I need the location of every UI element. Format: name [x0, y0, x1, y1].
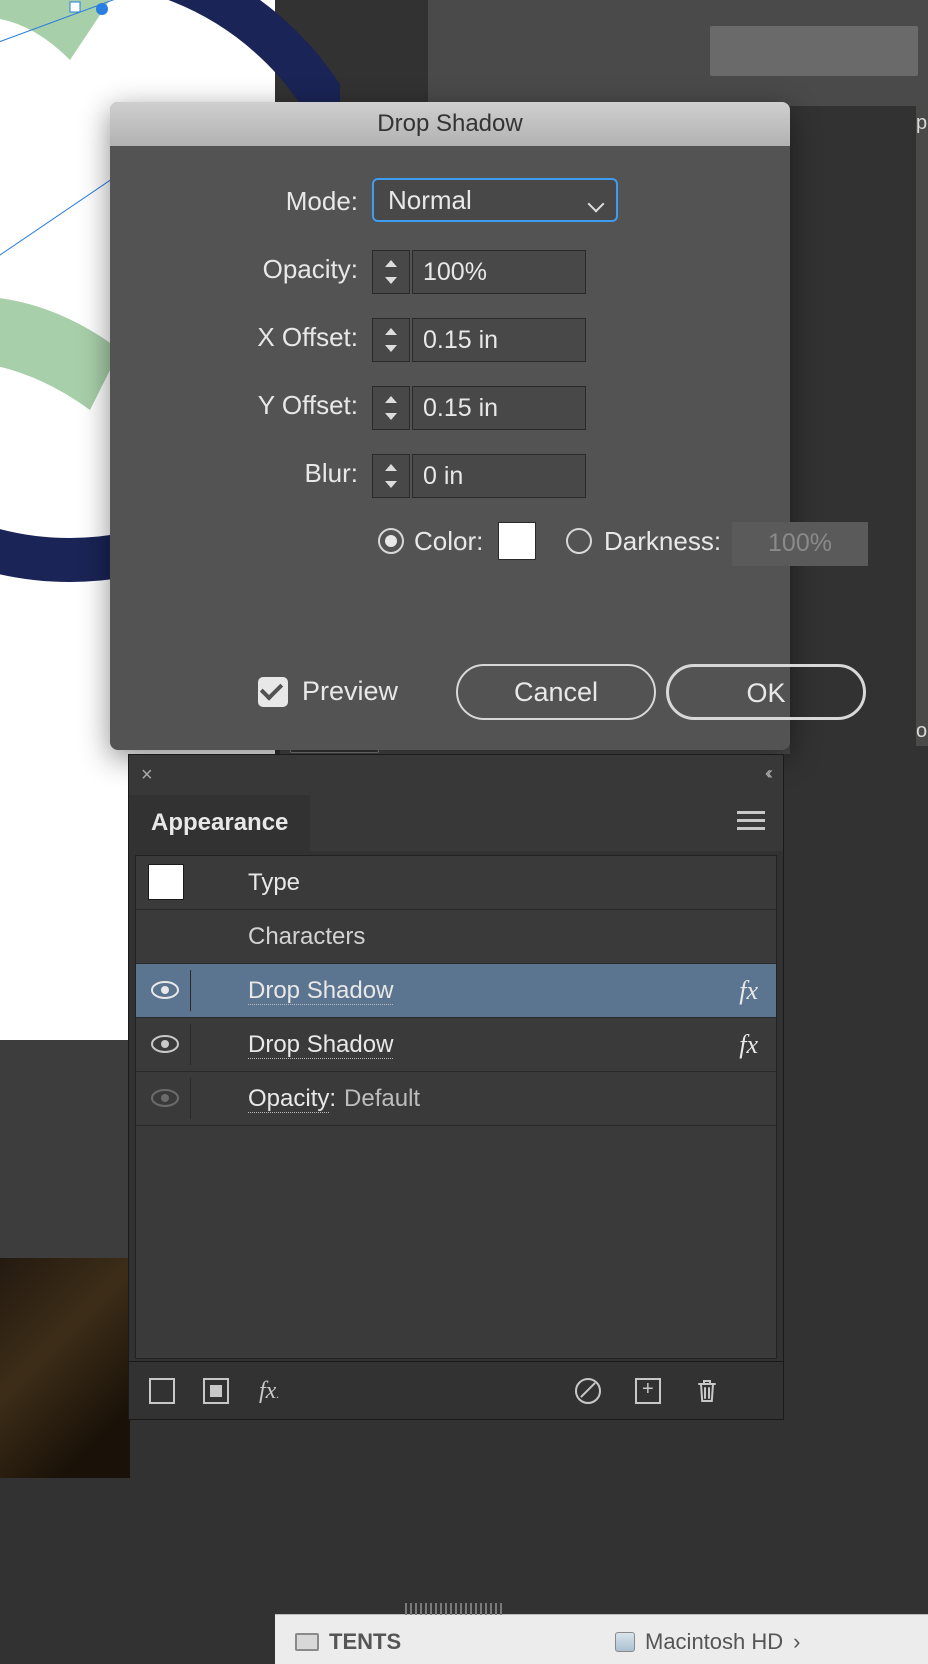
finder-path-bar: TENTS Macintosh HD › — [275, 1614, 928, 1664]
panel-header: × ‹‹ — [129, 755, 783, 795]
visibility-eye-icon[interactable] — [150, 1033, 180, 1055]
trash-icon[interactable] — [695, 1378, 721, 1404]
row-divider — [190, 1024, 191, 1065]
x-offset-field[interactable]: 0.15 in — [412, 318, 586, 362]
opacity-field[interactable]: 100% — [412, 250, 586, 294]
y-offset-stepper[interactable] — [372, 386, 410, 430]
cancel-button[interactable]: Cancel — [456, 664, 656, 720]
mode-label: Mode: — [286, 186, 358, 217]
preview-checkbox-wrap[interactable]: Preview — [258, 676, 398, 707]
add-effect-icon[interactable]: fx. — [259, 1378, 285, 1404]
characters-label: Characters — [248, 923, 365, 951]
y-offset-label: Y Offset: — [258, 390, 358, 421]
x-offset-label: X Offset: — [257, 322, 358, 353]
appearance-list: Type Characters Drop Shadow fx Drop Shad… — [135, 855, 777, 1359]
cutoff-text-1: pe — [916, 108, 928, 138]
right-panel-slice — [916, 106, 928, 746]
list-item-type[interactable]: Type — [136, 856, 776, 910]
preview-checkbox[interactable] — [258, 677, 288, 707]
blur-field[interactable]: 0 in — [412, 454, 586, 498]
preview-label: Preview — [302, 676, 398, 707]
drop-shadow-label: Drop Shadow — [248, 1031, 393, 1059]
collapse-icon[interactable]: ‹‹ — [765, 763, 769, 784]
stroke-profile-dropdown[interactable] — [710, 26, 918, 76]
color-swatch[interactable] — [498, 522, 536, 560]
duplicate-icon[interactable] — [635, 1378, 661, 1404]
visibility-eye-icon[interactable] — [150, 1087, 180, 1109]
list-item-characters[interactable]: Characters — [136, 910, 776, 964]
list-item-drop-shadow-selected[interactable]: Drop Shadow fx — [136, 964, 776, 1018]
fx-icon[interactable]: fx — [739, 1030, 758, 1060]
visibility-eye-icon[interactable] — [150, 979, 180, 1001]
x-offset-stepper[interactable] — [372, 318, 410, 362]
disk-name: Macintosh HD — [645, 1629, 783, 1655]
blur-stepper[interactable] — [372, 454, 410, 498]
panel-menu-icon[interactable] — [737, 811, 765, 831]
ok-button[interactable]: OK — [666, 664, 866, 720]
mode-row: Mode: Normal — [110, 172, 790, 240]
finder-current-folder[interactable]: TENTS — [295, 1629, 401, 1655]
panel-tabs: Appearance — [129, 795, 783, 851]
type-label: Type — [248, 869, 300, 897]
appearance-panel: × ‹‹ Appearance Type Characters Drop Sha… — [128, 754, 784, 1420]
no-fill-icon[interactable] — [149, 1378, 175, 1404]
tab-appearance[interactable]: Appearance — [129, 795, 310, 851]
drop-shadow-label: Drop Shadow — [248, 977, 393, 1005]
opacity-label: Opacity: — [263, 254, 358, 285]
opacity-row: Opacity: 100% — [110, 240, 790, 308]
row-divider — [190, 970, 191, 1011]
disk-icon — [615, 1632, 635, 1652]
color-row: Color: Darkness: 100% — [110, 522, 790, 582]
clear-appearance-icon[interactable] — [575, 1378, 601, 1404]
row-divider — [190, 1078, 191, 1119]
opacity-stepper[interactable] — [372, 250, 410, 294]
fx-icon[interactable]: fx — [739, 976, 758, 1006]
cutoff-text-2: olo — [916, 720, 928, 750]
thumbnail-forest — [0, 1258, 130, 1478]
y-offset-row: Y Offset: 0.15 in — [110, 376, 790, 444]
resize-grip-icon[interactable] — [405, 1603, 505, 1615]
folder-name: TENTS — [329, 1629, 401, 1655]
mode-value: Normal — [388, 185, 472, 215]
fill-icon[interactable] — [203, 1378, 229, 1404]
panel-footer: fx. — [129, 1361, 783, 1419]
folder-icon — [295, 1633, 319, 1651]
darkness-radio[interactable] — [566, 528, 592, 554]
blur-label: Blur: — [305, 458, 358, 489]
list-item-opacity[interactable]: Opacity:Default — [136, 1072, 776, 1126]
blur-row: Blur: 0 in — [110, 444, 790, 512]
finder-breadcrumb[interactable]: Macintosh HD › — [615, 1629, 800, 1655]
opacity-label: Opacity:Default — [248, 1085, 420, 1113]
chevron-down-icon — [588, 194, 604, 210]
darkness-field: 100% — [732, 522, 868, 566]
type-thumbnail — [148, 864, 184, 900]
x-offset-row: X Offset: 0.15 in — [110, 308, 790, 376]
close-icon[interactable]: × — [141, 765, 153, 785]
drop-shadow-dialog: Drop Shadow Mode: Normal Opacity: 100% X… — [110, 102, 790, 750]
dialog-footer: Preview Cancel OK — [110, 664, 790, 722]
color-label: Color: — [414, 526, 483, 557]
dialog-title: Drop Shadow — [110, 102, 790, 146]
chevron-right-icon: › — [793, 1629, 800, 1655]
y-offset-field[interactable]: 0.15 in — [412, 386, 586, 430]
darkness-label: Darkness: — [604, 526, 721, 557]
color-radio[interactable] — [378, 528, 404, 554]
list-item-drop-shadow[interactable]: Drop Shadow fx — [136, 1018, 776, 1072]
mode-dropdown[interactable]: Normal — [372, 178, 618, 222]
